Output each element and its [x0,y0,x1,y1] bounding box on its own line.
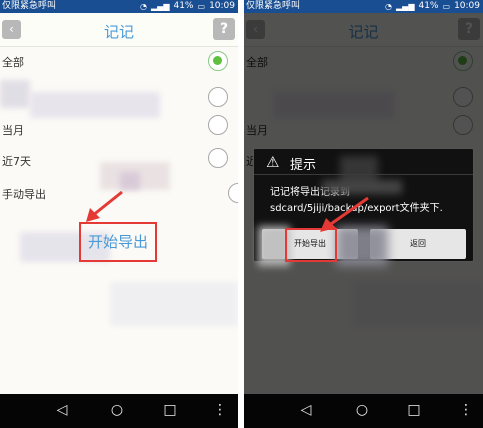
option-label: 近7天 [2,155,31,168]
radio[interactable] [208,87,228,107]
clock: 10:09 [209,1,235,11]
blur-patch [0,80,30,108]
clock: 10:09 [454,1,480,11]
dialog-title: 提示 [290,158,317,173]
battery-text: 41% [418,1,439,11]
blur-patch [120,172,140,190]
nav-menu-icon[interactable]: ⋮ [456,402,476,418]
nav-back-icon[interactable]: ◁ [52,402,72,418]
blur-patch [322,180,402,194]
left-screen: 仅限紧急呼叫 ◔ ▂▄▆ 41% ▭ 10:09 ‹ 记记 ? 全部 当月 近7… [0,0,238,428]
help-button[interactable]: ? [213,18,235,40]
option-label: 手动导出 [2,188,46,201]
page-title: 记记 [103,23,134,41]
option-all[interactable]: 全部 [0,46,238,78]
option-label: 全部 [2,56,24,69]
status-bar: 仅限紧急呼叫 ◔ ▂▄▆ 41% ▭ 10:09 [0,0,238,13]
nav-back-icon[interactable]: ◁ [296,402,316,418]
battery-icon: ▭ [442,2,451,11]
wifi-icon: ◔ [385,2,393,11]
radio[interactable] [228,183,238,203]
radio[interactable] [208,148,228,168]
status-bar: 仅限紧急呼叫 ◔ ▂▄▆ 41% ▭ 10:09 [244,0,483,13]
right-screen: 仅限紧急呼叫 ◔ ▂▄▆ 41% ▭ 10:09 ‹ 记记 ? 全部 当月 近 … [244,0,483,428]
nav-home-icon[interactable]: ○ [107,402,127,418]
blur-patch [30,92,160,118]
radio-selected[interactable] [208,51,228,71]
option-label: 当月 [2,124,24,137]
nav-recents-icon[interactable]: □ [160,402,180,418]
red-arrow-annotation [86,190,123,222]
question-icon: ? [219,21,229,37]
red-arrow-annotation [320,196,369,232]
blur-patch [110,282,238,326]
signal-icon: ▂▄▆ [396,2,415,11]
system-navbar: ◁ ○ □ ⋮ [244,394,483,428]
nav-home-icon[interactable]: ○ [352,402,372,418]
nav-recents-icon[interactable]: □ [404,402,424,418]
wifi-icon: ◔ [140,2,148,11]
carrier-text: 仅限紧急呼叫 [2,1,57,11]
battery-text: 41% [173,1,194,11]
nav-menu-icon[interactable]: ⋮ [210,402,230,418]
warning-icon: ⚠ [266,153,280,171]
carrier-text: 仅限紧急呼叫 [246,1,301,11]
system-navbar: ◁ ○ □ ⋮ [0,394,238,428]
radio[interactable] [208,115,228,135]
battery-icon: ▭ [197,2,206,11]
signal-icon: ▂▄▆ [151,2,170,11]
app-header: ‹ 记记 ? [0,13,238,47]
